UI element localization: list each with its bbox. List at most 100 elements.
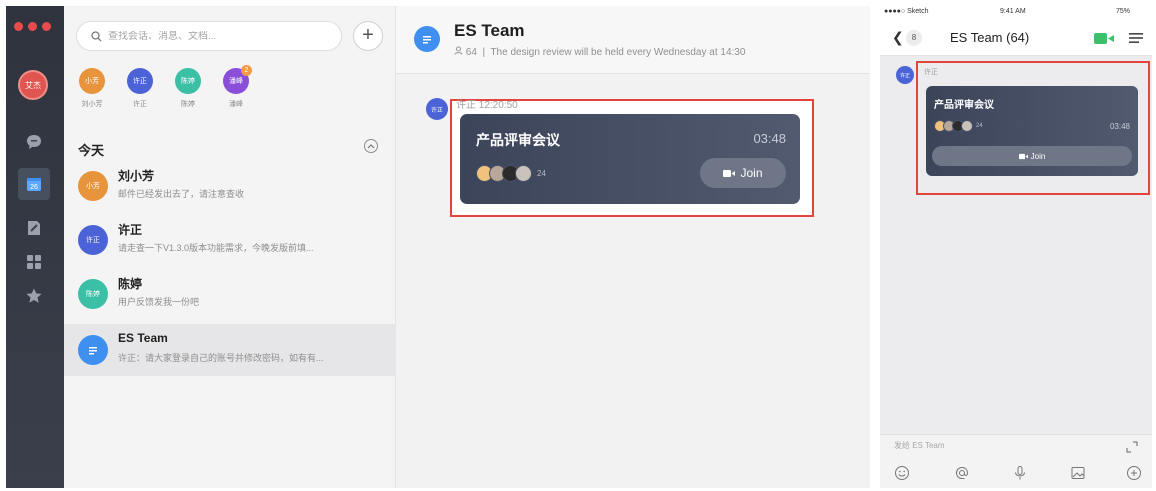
join-meeting-button[interactable]: Join: [932, 146, 1132, 166]
conversation-preview: 用户反馈发我一份吧: [118, 297, 200, 307]
favorite-name: 刘小芳: [81, 101, 103, 108]
participant-avatars: 24: [476, 164, 546, 182]
meeting-card[interactable]: 产品评审会议 03:48 24 Join: [460, 114, 800, 204]
sender-avatar[interactable]: 许正: [426, 98, 448, 120]
apps-icon[interactable]: [24, 252, 44, 272]
meeting-duration: 03:48: [1109, 122, 1130, 131]
message-input[interactable]: [894, 441, 1094, 450]
favorite-name: 潘峰: [229, 101, 243, 108]
avatar: 小芳: [79, 68, 105, 94]
desktop-app-window: 艾杰 26 + 小芳 刘: [6, 6, 870, 488]
search-icon: [91, 30, 102, 41]
search-input[interactable]: [108, 30, 328, 42]
favorite-contact[interactable]: 小芳 刘小芳: [72, 68, 112, 109]
conversation-title: 许正: [118, 223, 143, 237]
image-icon[interactable]: [1070, 465, 1086, 481]
window-zoom-icon[interactable]: [42, 22, 51, 31]
conversation-item[interactable]: 小芳 刘小芳 邮件已经发出去了，请注意查收: [64, 160, 396, 212]
mobile-app-screen: ●●●●○ Sketch 9:41 AM 75% ❮ 8 ES Team (64…: [880, 6, 1152, 488]
status-bar: ●●●●○ Sketch 9:41 AM 75%: [880, 6, 1152, 20]
participant-avatar: [515, 164, 532, 182]
group-chat-icon: [414, 26, 440, 52]
star-icon[interactable]: [24, 286, 44, 306]
join-label: Join: [1030, 151, 1046, 161]
favorite-name: 陈婷: [181, 101, 195, 108]
window-close-icon[interactable]: [14, 22, 23, 31]
window-minimize-icon[interactable]: [28, 22, 37, 31]
create-button[interactable]: +: [353, 21, 383, 51]
menu-icon[interactable]: [1128, 30, 1144, 46]
join-label: Join: [740, 166, 763, 180]
chat-subtitle: 64 | The design review will be held ever…: [454, 46, 745, 58]
mobile-header: ❮ 8 ES Team (64): [880, 20, 1152, 56]
favorite-contact[interactable]: 潘峰 2 潘峰: [216, 65, 256, 109]
meeting-card[interactable]: 产品评审会议 24 03:48 Join: [926, 86, 1138, 176]
back-unread-count[interactable]: 8: [906, 30, 922, 46]
avatar: 许正: [78, 225, 108, 255]
mention-icon[interactable]: [954, 465, 970, 481]
conversation-item[interactable]: 许正 许正 请走查一下V1.3.0版本功能需求，今晚发版前填...: [64, 214, 396, 266]
chat-header: ES Team 64 | The design review will be h…: [396, 6, 870, 74]
svg-text:26: 26: [30, 184, 38, 191]
mobile-chat-title: ES Team (64): [950, 30, 1030, 45]
section-title-today: 今天: [78, 143, 105, 158]
meeting-title: 产品评审会议: [934, 100, 994, 111]
favorite-contact[interactable]: 陈婷 陈婷: [168, 68, 208, 109]
video-camera-icon: [1018, 153, 1028, 159]
messages-icon[interactable]: [24, 132, 44, 152]
favorite-name: 许正: [133, 101, 147, 108]
avatar: 小芳: [78, 171, 108, 201]
battery: 75%: [1116, 8, 1131, 15]
participant-avatar: [961, 120, 973, 132]
message-time: 12:20:50: [478, 100, 518, 111]
message-meta: 许正 12:20:50: [456, 96, 518, 111]
conversation-item-es-team[interactable]: ES Team 许正：请大家登录自己的账号并修改密码，如有有...: [64, 324, 396, 376]
group-announcement: The design review will be held every Wed…: [490, 47, 746, 58]
participant-avatars: 24: [934, 120, 983, 132]
emoji-icon[interactable]: [894, 465, 910, 481]
group-chat-icon: [78, 335, 108, 365]
join-meeting-button[interactable]: Join: [700, 158, 786, 188]
calendar-icon[interactable]: 26: [18, 168, 50, 200]
avatar: 陈婷: [175, 68, 201, 94]
collapse-chevron-icon[interactable]: [364, 139, 378, 153]
microphone-icon[interactable]: [1012, 465, 1028, 481]
conversation-title: 陈婷: [118, 277, 143, 291]
conversation-preview: 邮件已经发出去了，请注意查收: [118, 189, 245, 199]
nav-rail: 艾杰 26: [6, 6, 64, 488]
favorite-contact[interactable]: 许正 许正: [120, 68, 160, 109]
status-time: 9:41 AM: [1000, 8, 1026, 15]
member-icon: [454, 46, 463, 55]
profile-avatar[interactable]: 艾杰: [18, 70, 48, 100]
sender-name: 许正: [456, 100, 476, 111]
carrier: ●●●●○ Sketch: [884, 8, 929, 15]
add-icon[interactable]: [1126, 465, 1142, 481]
video-camera-icon: [723, 169, 736, 177]
participant-count: 24: [976, 123, 983, 129]
member-count[interactable]: 64: [466, 47, 477, 58]
back-chevron-icon[interactable]: ❮: [892, 29, 904, 46]
search-box[interactable]: [76, 21, 342, 51]
conversation-preview: 请走查一下V1.3.0版本功能需求，今晚发版前填...: [118, 243, 314, 253]
message-composer: [880, 434, 1152, 488]
video-call-icon[interactable]: [1094, 32, 1114, 45]
participant-count: 24: [537, 168, 546, 178]
screenshot-root: 艾杰 26 + 小芳 刘: [0, 0, 1156, 491]
avatar: 许正: [127, 68, 153, 94]
conversation-preview: 许正：请大家登录自己的账号并修改密码，如有有...: [118, 353, 324, 363]
avatar: 潘峰 2: [223, 65, 252, 94]
chat-panel: ES Team 64 | The design review will be h…: [396, 6, 870, 488]
meeting-title: 产品评审会议: [476, 132, 560, 148]
chat-title: ES Team: [454, 21, 525, 40]
avatar-text: 潘峰: [229, 78, 243, 85]
docs-icon[interactable]: [24, 218, 44, 238]
meeting-duration: 03:48: [753, 131, 786, 146]
unread-badge: 2: [241, 65, 252, 76]
conversation-title: ES Team: [118, 331, 168, 345]
conversation-item[interactable]: 陈婷 陈婷 用户反馈发我一份吧: [64, 268, 396, 320]
sender-avatar[interactable]: 许正: [896, 66, 914, 84]
divider: |: [479, 47, 488, 58]
avatar: 陈婷: [78, 279, 108, 309]
conversation-title: 刘小芳: [118, 169, 155, 183]
expand-icon[interactable]: [1126, 441, 1138, 453]
